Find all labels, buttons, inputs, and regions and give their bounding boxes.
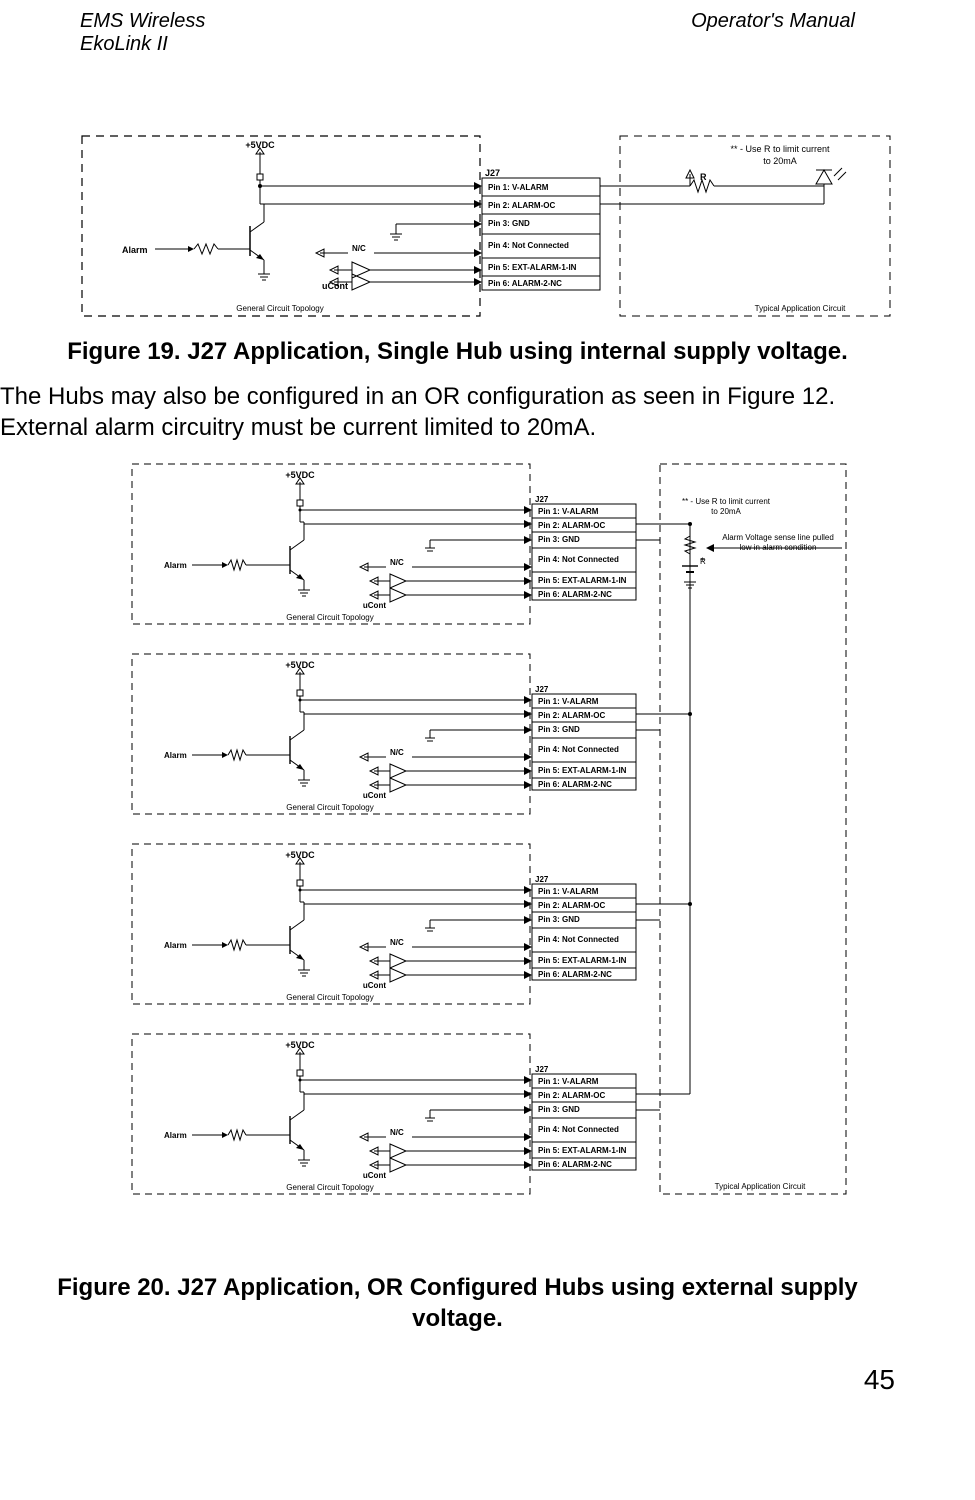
brand: EMS Wireless (80, 10, 205, 32)
pin2: Pin 2: ALARM-OC (488, 201, 555, 210)
alarm-label: Alarm (122, 245, 148, 255)
nc-label: N/C (352, 244, 366, 253)
pin6: Pin 6: ALARM-2-NC (488, 279, 562, 288)
j27-label: J27 (485, 168, 500, 178)
sense-label: Alarm Voltage sense line pulled (722, 533, 834, 542)
r-label: R (700, 172, 707, 182)
body-paragraph: The Hubs may also be configured in an OR… (0, 381, 875, 443)
note20b: to 20mA (711, 507, 741, 516)
header-left: EMS Wireless EkoLink II (80, 10, 205, 56)
figure-20-diagram: General Circuit Topology +5VDC (130, 462, 850, 1262)
header-right: Operator's Manual (691, 10, 855, 56)
pin3: Pin 3: GND (488, 219, 530, 228)
doc-title: Operator's Manual (691, 10, 855, 32)
product: EkoLink II (80, 33, 168, 55)
tac-label: Typical Application Circuit (755, 304, 846, 313)
tac-label: Typical Application Circuit (715, 1182, 806, 1191)
note20a: ** - Use R to limit current (682, 497, 771, 506)
page-header: EMS Wireless EkoLink II Operator's Manua… (0, 10, 915, 56)
pin4: Pin 4: Not Connected (488, 241, 569, 250)
plus: + (700, 555, 705, 564)
figure-19-diagram: General Circuit Topology +5VDC Alarm (80, 126, 900, 326)
sense-label2: low in alarm condition (740, 543, 817, 552)
pin1: Pin 1: V-ALARM (488, 183, 549, 192)
gct-label: General Circuit Topology (236, 304, 323, 313)
page: EMS Wireless EkoLink II Operator's Manua… (0, 0, 975, 1426)
figure-19-caption: Figure 19. J27 Application, Single Hub u… (40, 336, 875, 367)
pin5: Pin 5: EXT-ALARM-1-IN (488, 263, 577, 272)
page-number: 45 (0, 1364, 915, 1396)
note-label2: to 20mA (763, 156, 797, 166)
figure-20-caption: Figure 20. J27 Application, OR Configure… (40, 1272, 875, 1334)
note-label: ** - Use R to limit current (730, 144, 830, 154)
